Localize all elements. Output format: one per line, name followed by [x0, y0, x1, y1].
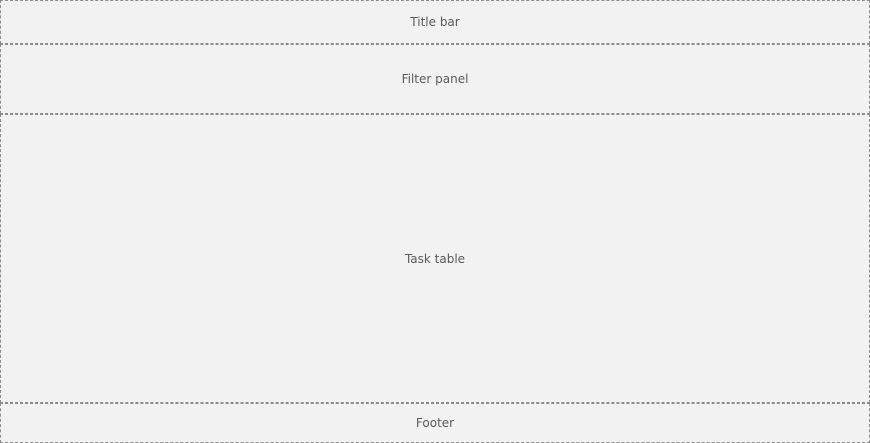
filter-panel-placeholder: Filter panel: [0, 44, 870, 114]
footer-label: Footer: [415, 416, 455, 430]
title-bar-placeholder: Title bar: [0, 0, 870, 44]
task-table-label: Task table: [404, 251, 466, 266]
title-bar-label: Title bar: [410, 15, 460, 29]
footer-placeholder: Footer: [0, 403, 870, 443]
task-table-placeholder: Task table: [0, 114, 870, 403]
filter-panel-label: Filter panel: [401, 72, 469, 86]
